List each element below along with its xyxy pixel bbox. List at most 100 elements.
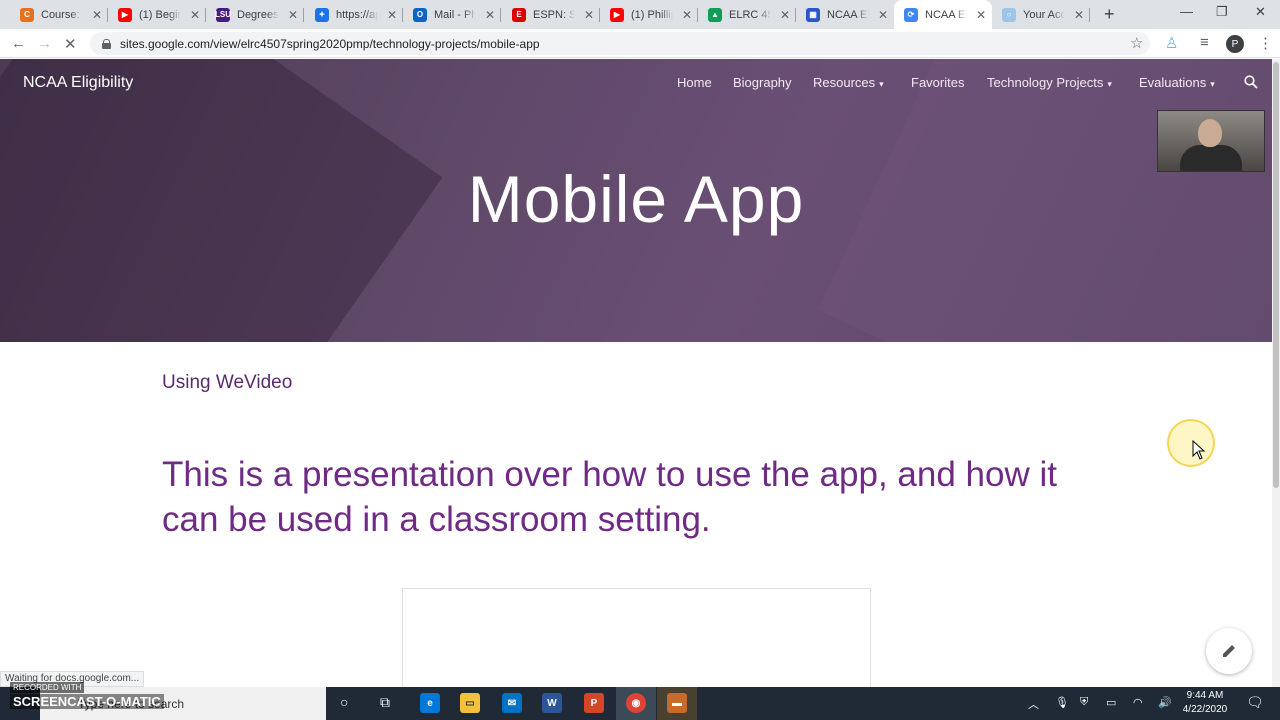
browser-tab[interactable]: O Mail - Phil ✕ — [403, 0, 501, 29]
nav-item[interactable]: Home — [677, 75, 712, 90]
browser-tab[interactable]: ⟳ NCAA Elig ✕ — [894, 0, 992, 29]
cortana-icon[interactable]: ○ — [340, 694, 348, 710]
clock-time: 9:44 AM — [1186, 690, 1224, 701]
back-button[interactable]: ← — [11, 35, 26, 52]
tab-title: (1) Phillip — [631, 8, 673, 21]
show-hidden-icons-icon[interactable]: ︿ — [1028, 696, 1039, 712]
clock-date: 4/22/2020 — [1182, 704, 1228, 715]
browser-tab[interactable]: ✦ https://ap ✕ — [305, 0, 403, 29]
microphone-icon[interactable]: 🎙 — [1055, 696, 1069, 709]
nav-item[interactable]: Favorites — [911, 75, 964, 90]
close-tab-icon[interactable]: ✕ — [190, 8, 200, 22]
tab-separator — [1089, 8, 1090, 22]
recorder-watermark-line2: SCREENCAST-O-MATIC — [10, 694, 164, 709]
word-icon[interactable]: W — [542, 693, 562, 713]
webcam-overlay — [1157, 110, 1265, 172]
tab-favicon-icon: ⟳ — [904, 7, 918, 22]
bookmark-star-icon[interactable]: ☆ — [1130, 34, 1143, 52]
tab-title: Course: 20 — [41, 8, 83, 21]
nav-item[interactable]: Biography — [733, 75, 792, 90]
edge-icon[interactable]: e — [420, 693, 440, 713]
forward-button[interactable]: → — [37, 35, 52, 52]
extension-icon[interactable]: ♙ — [1165, 34, 1178, 52]
tab-favicon-icon: ✦ — [315, 7, 329, 22]
close-tab-icon[interactable]: ✕ — [878, 8, 888, 22]
volume-icon[interactable]: 🔊 — [1158, 696, 1172, 709]
close-tab-icon[interactable]: ✕ — [485, 8, 495, 22]
browser-tab[interactable]: C Course: 20 ✕ — [10, 0, 108, 29]
minimize-button[interactable]: — — [1180, 4, 1193, 19]
tab-title: https://ap — [336, 8, 378, 21]
nav-item[interactable]: Evaluations ▾ — [1139, 75, 1215, 90]
profile-avatar[interactable]: P — [1226, 35, 1244, 53]
task-view-icon[interactable]: ⧉ — [380, 694, 390, 711]
close-tab-icon[interactable]: ✕ — [584, 8, 594, 22]
browser-tab[interactable]: LSU Degrees p ✕ — [206, 0, 304, 29]
mail-icon[interactable]: ✉ — [502, 693, 522, 713]
nav-item-label: Biography — [733, 75, 792, 90]
tab-separator — [500, 8, 501, 22]
nav-item-label: Technology Projects — [987, 75, 1104, 90]
security-icon[interactable]: ⛨ — [1080, 696, 1088, 709]
tab-title: ESPN: Ser — [533, 8, 575, 21]
close-tab-icon[interactable]: ✕ — [780, 8, 790, 22]
edit-pencil-button[interactable] — [1206, 628, 1252, 674]
cursor-highlight — [1167, 419, 1215, 467]
battery-icon[interactable]: ▭ — [1106, 696, 1116, 709]
chrome-icon[interactable]: ◉ — [626, 693, 646, 713]
tab-separator — [303, 8, 304, 22]
site-title[interactable]: NCAA Eligibility — [23, 74, 133, 92]
browser-tab[interactable]: ▦ NCAA Elig ✕ — [796, 0, 894, 29]
wifi-icon[interactable]: ◠ — [1133, 696, 1143, 709]
notifications-icon[interactable]: 🗨 — [1246, 694, 1264, 711]
nav-item-label: Resources — [813, 75, 876, 90]
pencil-icon — [1223, 645, 1235, 657]
page-header-banner: NCAA Eligibility Home Biography Resources ▾… — [0, 59, 1272, 342]
close-tab-icon[interactable]: ✕ — [288, 8, 298, 22]
chevron-down-icon[interactable]: ▾ — [879, 79, 884, 89]
close-tab-icon[interactable]: ✕ — [976, 8, 986, 22]
embedded-presentation[interactable] — [402, 588, 871, 688]
maximize-button[interactable]: ❐ — [1216, 4, 1228, 20]
tab-title: NCAA Elig — [925, 8, 967, 21]
tab-title: Mail - Phil — [434, 8, 476, 21]
chevron-down-icon[interactable]: ▾ — [1107, 79, 1112, 89]
tab-favicon-icon: ▦ — [806, 7, 820, 22]
browser-tab[interactable]: ○ Your Acco ✕ — [992, 0, 1090, 29]
recorder-app-icon[interactable]: ▬ — [667, 693, 687, 713]
tab-strip: C Course: 20 ✕ ▶ (1) Beginn ✕ LSU Degrees p ✕ ✦ ht… — [0, 0, 1280, 29]
nav-item-label: Home — [677, 75, 712, 90]
powerpoint-icon[interactable]: P — [584, 693, 604, 713]
browser-menu-icon[interactable]: ⋮ — [1258, 34, 1273, 52]
nav-item[interactable]: Resources ▾ — [813, 75, 884, 90]
tab-title: NCAA Elig — [827, 8, 869, 21]
system-clock[interactable]: 9:44 AM 4/22/2020 — [1180, 689, 1230, 717]
page-title: Mobile App — [467, 162, 805, 236]
nav-item-label: Evaluations — [1139, 75, 1207, 90]
browser-tab[interactable]: ▲ ELRC 450 ✕ — [698, 0, 796, 29]
file-explorer-icon[interactable]: ▭ — [460, 693, 480, 713]
browser-tab[interactable]: ▶ (1) Phillip ✕ — [600, 0, 698, 29]
close-tab-icon[interactable]: ✕ — [92, 8, 102, 22]
nav-item-label: Favorites — [911, 75, 965, 90]
tab-title: (1) Beginn — [139, 8, 181, 21]
browser-tab[interactable]: ▶ (1) Beginn ✕ — [108, 0, 206, 29]
browser-toolbar: ← → ✕ sites.google.com/view/elrc4507spri… — [0, 29, 1280, 58]
media-controls-icon[interactable]: ≡ — [1200, 34, 1209, 51]
stop-loading-button[interactable]: ✕ — [64, 35, 77, 53]
tab-title: Your Acco — [1023, 8, 1065, 21]
scrollbar-thumb[interactable] — [1273, 62, 1279, 488]
nav-item[interactable]: Technology Projects ▾ — [987, 75, 1112, 90]
new-tab-button[interactable]: + — [1104, 4, 1115, 25]
close-tab-icon[interactable]: ✕ — [682, 8, 692, 22]
chevron-down-icon[interactable]: ▾ — [1210, 79, 1215, 89]
close-window-button[interactable]: ✕ — [1255, 4, 1266, 20]
close-tab-icon[interactable]: ✕ — [387, 8, 397, 22]
tab-favicon-icon: C — [20, 7, 34, 22]
search-icon[interactable] — [1244, 75, 1258, 89]
close-tab-icon[interactable]: ✕ — [1074, 8, 1084, 22]
address-bar[interactable]: sites.google.com/view/elrc4507spring2020… — [90, 32, 1150, 55]
lock-icon — [102, 38, 111, 49]
browser-tab[interactable]: E ESPN: Ser ✕ — [502, 0, 600, 29]
windows-taskbar: Type here to search ○ ⧉ e ▭ ✉ W P ◉ ▬ ︿ … — [0, 687, 1280, 720]
